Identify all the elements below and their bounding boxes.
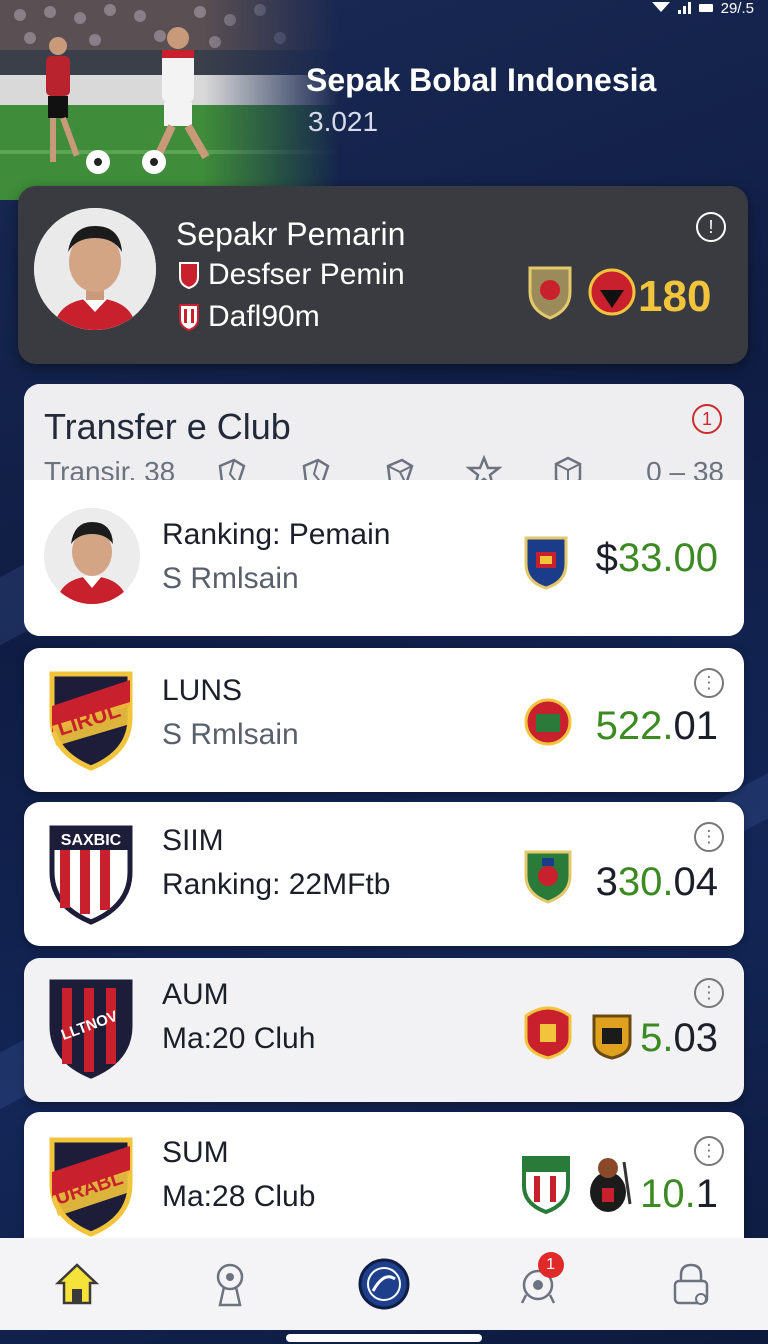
info-icon[interactable]: ⋮ [694, 668, 724, 698]
club-crest-icon: URABL [49, 1137, 133, 1237]
hero-image [0, 0, 340, 200]
club-crest-icon [179, 262, 199, 289]
row-title: LUNS [162, 674, 243, 707]
bottom-nav: 1 [0, 1238, 768, 1330]
club-badge-icon [528, 266, 572, 320]
list-item[interactable]: LLTNOV AUM Ma:20 Cluh ⋮ 5.03 [24, 958, 744, 1102]
notification-badge: 1 [537, 1252, 564, 1278]
row-subtitle: S Rmlsain [162, 562, 299, 595]
nav-lock[interactable] [659, 1252, 723, 1316]
player-line1: Desfser Pemin [208, 258, 405, 291]
nav-ball[interactable] [352, 1252, 416, 1316]
row-price: 5.03 [640, 1016, 718, 1060]
player-score: 180 [638, 272, 712, 321]
row-title: SIIM [162, 824, 224, 857]
player-profile-card[interactable]: Sepakr Pemarin Desfser Pemin Dafl90m ! 1… [18, 186, 748, 364]
row-subtitle: Ma:28 Club [162, 1180, 316, 1213]
nav-notifications[interactable]: 1 [506, 1252, 570, 1316]
signal-icon [677, 2, 691, 14]
status-time: 29/.5 [720, 0, 754, 17]
row-price: 522.01 [595, 704, 718, 748]
player-detail: Dafl90m [178, 300, 320, 334]
list-item[interactable]: Ranking: Pemain S Rmlsain $33.00 [24, 480, 744, 636]
nav-home[interactable] [45, 1252, 109, 1316]
club-badge-icon [588, 268, 636, 316]
battery-icon [698, 4, 713, 12]
lock-icon [673, 1263, 709, 1305]
row-price: 330.04 [595, 860, 718, 904]
player-photo [44, 508, 140, 604]
club-badge-icon [522, 1156, 570, 1214]
wifi-icon [651, 2, 670, 14]
row-clubs [522, 692, 574, 748]
club-badge-icon [524, 698, 572, 746]
row-clubs [522, 846, 574, 904]
club-badge-icon [592, 1014, 632, 1060]
transfer-title: Transfer e Club [44, 406, 291, 447]
row-price: $33.00 [595, 536, 718, 580]
app-title: Sepak Bobal Indonesia [306, 62, 657, 98]
row-title: AUM [162, 978, 229, 1011]
row-title: SUM [162, 1136, 229, 1169]
row-clubs [520, 1152, 636, 1214]
info-icon[interactable]: ⋮ [694, 822, 724, 852]
ranking-icon [217, 1263, 244, 1307]
club-badges [526, 262, 636, 320]
list-item[interactable]: LIRUL LUNS S Rmlsain ⋮ 522.01 [24, 648, 744, 792]
player-position: Desfser Pemin [178, 258, 405, 292]
info-icon[interactable]: ⋮ [694, 1136, 724, 1166]
info-icon[interactable]: ⋮ [694, 978, 724, 1008]
club-crest-icon [179, 304, 199, 331]
status-bar: 29/.5 [651, 0, 754, 17]
info-icon[interactable]: ! [696, 212, 726, 242]
transfer-header: Transfer e Club 1 Transir. 38 0 – 38 [24, 384, 744, 490]
row-title: Ranking: Pemain [162, 518, 391, 551]
club-mascot-icon [590, 1158, 632, 1212]
row-clubs [522, 1002, 638, 1060]
nav-ranking[interactable] [198, 1252, 262, 1316]
club-badge-icon [524, 850, 572, 904]
row-subtitle: Ranking: 22MFtb [162, 868, 391, 901]
club-badge-icon [524, 536, 568, 590]
club-crest-icon: SAXBIC [49, 825, 133, 925]
svg-text:SAXBIC: SAXBIC [61, 832, 122, 849]
player-name: Sepakr Pemarin [176, 216, 406, 252]
row-subtitle: S Rmlsain [162, 718, 299, 751]
club-crest-icon: LLTNOV [49, 979, 133, 1079]
row-clubs [522, 532, 570, 590]
row-price: 10.1 [640, 1172, 718, 1216]
home-icon [54, 1263, 99, 1305]
row-subtitle: Ma:20 Cluh [162, 1022, 316, 1055]
player-line2: Dafl90m [208, 300, 320, 333]
club-crest-icon: LIRUL [49, 671, 133, 771]
home-indicator[interactable] [286, 1334, 482, 1342]
list-item[interactable]: SAXBIC SIIM Ranking: 22MFtb ⋮ 330.04 [24, 802, 744, 946]
app-version: 3.021 [308, 106, 379, 137]
player-avatar [34, 208, 156, 330]
alert-icon[interactable]: 1 [692, 404, 722, 434]
ball-icon [358, 1258, 410, 1310]
club-badge-icon [524, 1006, 572, 1060]
